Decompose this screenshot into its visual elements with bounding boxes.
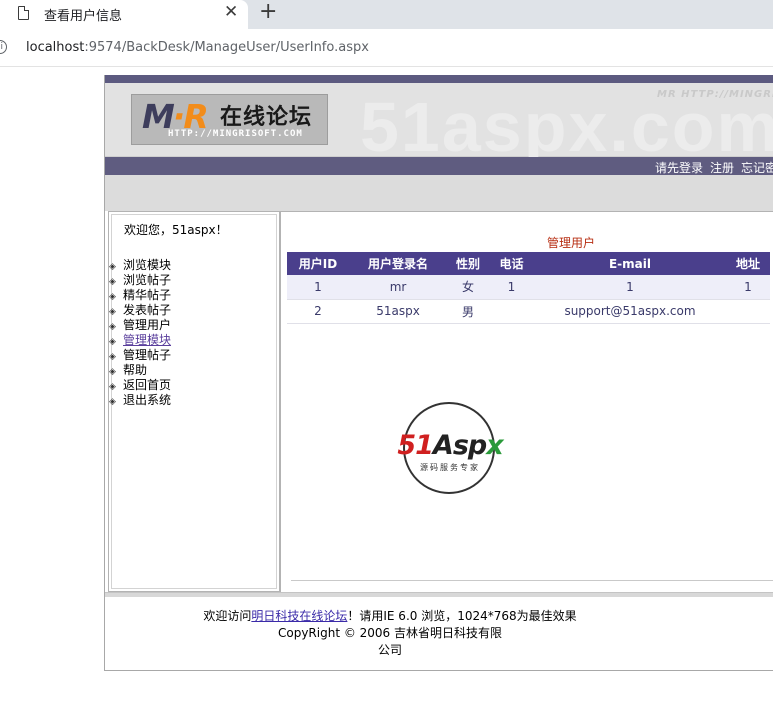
forum-link[interactable]: 明日科技在线论坛 [251, 609, 347, 623]
logo-title: 在线论坛 [220, 105, 313, 130]
divider [291, 580, 773, 581]
logo-asp: Asp [432, 430, 487, 461]
page-icon [18, 5, 30, 20]
new-tab-icon[interactable]: + [259, 0, 277, 24]
sidebar-item-label: 发表帖子 [123, 303, 172, 317]
sidebar-item-label: 管理模块 [123, 333, 172, 347]
cell-gender: 女 [447, 275, 489, 300]
cell-user-id: 2 [287, 299, 349, 324]
users-table: 用户ID 用户登录名 性别 电话 E-mail 地址 1 mr 女 1 1 1 [287, 252, 770, 324]
sidebar-item-label: 精华帖子 [123, 288, 172, 302]
sidebar-item-label: 退出系统 [123, 393, 172, 407]
sidebar-menu: ◈ 浏览模块 ◈ 浏览帖子 ◈ 精华帖子 ◈ 发表帖子 ◈ 管理用户 ◈ 管理模块 ◈ 管理帖… [109, 258, 171, 408]
gray-band [105, 175, 773, 211]
logo-51aspx-text: 51Aspx [385, 430, 515, 461]
footer-divider [105, 592, 773, 597]
sidebar-item-manage-users[interactable]: ◈ 管理用户 [109, 318, 171, 333]
cell-email: support@51aspx.com [534, 299, 726, 324]
diamond-bullet-icon: ◈ [109, 397, 116, 407]
sidebar-item-label: 返回首页 [123, 378, 172, 392]
table-row[interactable]: 1 mr 女 1 1 1 [287, 275, 770, 300]
cell-email: 1 [534, 275, 726, 300]
page-title: 管理用户 [546, 236, 595, 250]
cell-user-id: 1 [287, 275, 349, 300]
top-bar [105, 75, 773, 83]
browser-tabstrip: 查看用户信息 ✕ + [0, 0, 773, 29]
cell-login-name: 51aspx [349, 299, 447, 324]
welcome-text: 欢迎您，51aspx！ [124, 223, 228, 237]
register-link[interactable]: 注册 [710, 161, 734, 175]
footer-prefix: 欢迎访问 [203, 609, 252, 623]
banner-watermark-small: MR HTTP://MINGRI [657, 89, 773, 100]
table-header-row: 用户ID 用户登录名 性别 电话 E-mail 地址 [287, 252, 770, 275]
column-header-login-name: 用户登录名 [349, 252, 447, 275]
column-header-address: 地址 [726, 252, 770, 275]
nav-links: 请先登录 注册 忘记密 [655, 159, 773, 176]
sidebar: 欢迎您，51aspx！ ◈ 浏览模块 ◈ 浏览帖子 ◈ 精华帖子 ◈ 发表帖子 ◈ 管理用… [108, 211, 280, 592]
cell-phone [489, 299, 534, 324]
sidebar-item-label: 管理用户 [123, 318, 172, 332]
cell-login-name: mr [349, 275, 447, 300]
address-bar[interactable]: i localhost:9574/BackDesk/ManageUser/Use… [0, 29, 773, 67]
column-header-phone: 电话 [489, 252, 534, 275]
logo-x: x [486, 430, 503, 461]
sidebar-inner: 欢迎您，51aspx！ ◈ 浏览模块 ◈ 浏览帖子 ◈ 精华帖子 ◈ 发表帖子 ◈ 管理用… [109, 214, 277, 589]
sidebar-item-browse-posts[interactable]: ◈ 浏览帖子 [109, 273, 171, 288]
column-header-user-id: 用户ID [287, 252, 349, 275]
site-logo: M·R 在线论坛 HTTP://MINGRISOFT.COM [131, 94, 328, 145]
cell-gender: 男 [447, 299, 489, 324]
column-header-email: E-mail [534, 252, 726, 275]
main-content: 管理用户 用户ID 用户登录名 性别 电话 E-mail 地址 1 mr 女 1… [280, 211, 773, 592]
sidebar-item-featured-posts[interactable]: ◈ 精华帖子 [109, 288, 171, 303]
banner: 51aspx.com MR HTTP://MINGRI M·R 在线论坛 HTT… [105, 83, 773, 166]
logo-51: 51 [397, 430, 434, 461]
login-link[interactable]: 请先登录 [655, 161, 703, 175]
sidebar-item-help[interactable]: ◈ 帮助 [109, 363, 171, 378]
cell-address [726, 299, 770, 324]
nav-bar: 请先登录 注册 忘记密 [105, 157, 773, 175]
table-row[interactable]: 2 51aspx 男 support@51aspx.com [287, 299, 770, 324]
sidebar-item-label: 帮助 [123, 363, 148, 377]
cell-phone: 1 [489, 275, 534, 300]
sidebar-item-new-post[interactable]: ◈ 发表帖子 [109, 303, 171, 318]
tab-title: 查看用户信息 [44, 9, 123, 24]
page-frame: 51aspx.com MR HTTP://MINGRI M·R 在线论坛 HTT… [104, 75, 773, 671]
sidebar-item-label: 浏览帖子 [123, 273, 172, 287]
sidebar-item-logout[interactable]: ◈ 退出系统 [109, 393, 171, 408]
close-icon[interactable]: ✕ [224, 2, 238, 22]
info-icon[interactable]: i [0, 40, 7, 54]
logo-url: HTTP://MINGRISOFT.COM [168, 129, 303, 139]
footer-copyright: CopyRight © 2006 吉林省明日科技有限 [277, 626, 503, 640]
sidebar-item-home[interactable]: ◈ 返回首页 [109, 378, 171, 393]
sidebar-item-label: 管理帖子 [123, 348, 172, 362]
sidebar-item-label: 浏览模块 [123, 258, 172, 272]
sidebar-item-manage-modules[interactable]: ◈ 管理模块 [109, 333, 171, 348]
footer-company: 公司 [377, 643, 402, 657]
sidebar-item-browse-modules[interactable]: ◈ 浏览模块 [109, 258, 171, 273]
logo-51aspx-subtitle: 源码服务专家 [420, 463, 480, 472]
url-text[interactable]: localhost:9574/BackDesk/ManageUser/UserI… [26, 40, 369, 55]
browser-tab[interactable]: 查看用户信息 ✕ [0, 0, 248, 29]
url-host: localhost [26, 40, 85, 55]
url-path: :9574/BackDesk/ManageUser/UserInfo.aspx [84, 40, 369, 55]
footer-welcome-line: 欢迎访问明日科技在线论坛！请用IE 6.0 浏览，1024*768为最佳效果 [105, 608, 675, 625]
logo-51aspx: 51Aspx 源码服务专家 [385, 402, 515, 497]
sidebar-item-manage-posts[interactable]: ◈ 管理帖子 [109, 348, 171, 363]
forgot-password-link[interactable]: 忘记密 [741, 161, 773, 175]
column-header-gender: 性别 [447, 252, 489, 275]
cell-address: 1 [726, 275, 770, 300]
footer-suffix: ！请用IE 6.0 浏览，1024*768为最佳效果 [347, 609, 577, 623]
